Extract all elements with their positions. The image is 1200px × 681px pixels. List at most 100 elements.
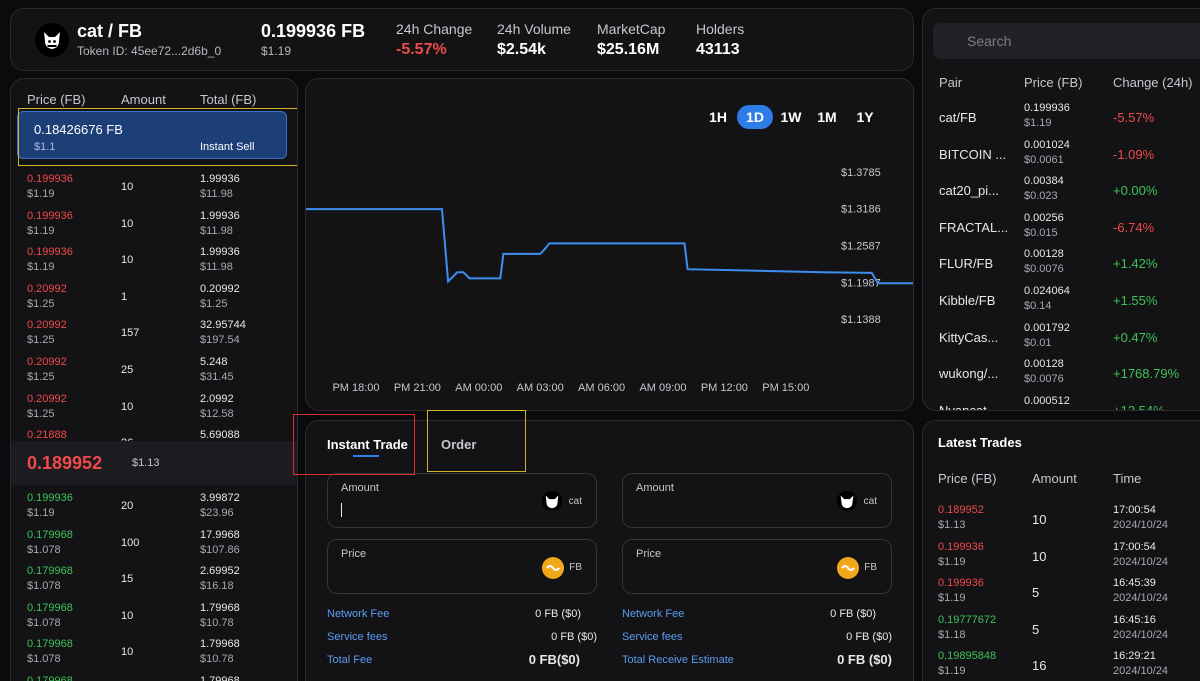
order-row[interactable]: 0.179968 $1.078 100 17.9968 $107.86 bbox=[11, 527, 297, 563]
pair-change: -1.09% bbox=[1113, 146, 1155, 162]
pair-row[interactable]: cat/FB 0.199936 $1.19 -5.57% bbox=[923, 100, 1200, 136]
pair-change: +1.42% bbox=[1113, 256, 1158, 272]
order-total-usd: $10.78 bbox=[200, 653, 234, 666]
order-row[interactable]: 0.199936 $1.19 10 1.99936 $11.98 bbox=[11, 244, 297, 280]
order-amount: 10 bbox=[121, 181, 134, 193]
pair-price-usd: $0.01 bbox=[1024, 336, 1052, 349]
pair-row[interactable]: Nyancat 0.000512 +13.54% bbox=[923, 393, 1200, 411]
latest-header-time: Time bbox=[1113, 471, 1142, 486]
order-amount: 10 bbox=[121, 217, 134, 230]
price-label: Price bbox=[636, 548, 662, 560]
trade-price-usd: $1.19 bbox=[938, 665, 966, 678]
price-token: FB bbox=[864, 562, 877, 573]
trade-price-usd: $1.18 bbox=[938, 628, 966, 641]
order-row[interactable]: 0.20992 $1.25 157 32.95744 $197.54 bbox=[11, 317, 297, 353]
instant-trade-highlight bbox=[293, 414, 415, 475]
service-fee-label: Service fees bbox=[622, 631, 683, 643]
amount-input-right[interactable]: Amount cat bbox=[622, 473, 892, 528]
amount-token: cat bbox=[568, 496, 582, 507]
order-total: 1.79968 bbox=[200, 601, 240, 614]
order-row[interactable]: 0.199936 $1.19 10 1.99936 $11.98 bbox=[11, 208, 297, 244]
trade-row: 0.19895848 $1.19 16 16:29:21 2024/10/24 bbox=[923, 648, 1200, 681]
order-price: 0.20992 bbox=[27, 282, 67, 295]
order-price: 0.199936 bbox=[27, 173, 73, 185]
trade-time: 17:00:54 bbox=[1113, 540, 1156, 553]
trade-time: 16:45:39 bbox=[1113, 577, 1156, 590]
order-row[interactable]: 0.179968 $1.078 10 1.79968 $10.78 bbox=[11, 600, 297, 636]
stat-24h-volume: 24h Volume $2.54k bbox=[497, 21, 571, 58]
trade-price: 0.199936 bbox=[938, 577, 984, 590]
order-row[interactable]: 0.199936 $1.19 20 3.99872 $23.96 bbox=[11, 490, 297, 526]
trade-price-usd: $1.19 bbox=[938, 592, 966, 605]
pairs-header-pair: Pair bbox=[939, 75, 963, 90]
pairs-header-change: Change (24h) bbox=[1113, 75, 1193, 90]
price-chart: 1H 1D 1W 1M 1Y $1.3785 $1.3186 $1.2587 $1.1… bbox=[305, 78, 914, 411]
pair-row[interactable]: Kibble/FB 0.024064 $0.14 +1.55% bbox=[923, 283, 1200, 319]
trade-price-usd: $1.13 bbox=[938, 519, 966, 531]
trade-row: 0.189952 $1.13 10 17:00:54 2024/10/24 bbox=[923, 502, 1200, 538]
pair-change: +1.55% bbox=[1113, 293, 1158, 308]
x-tick-label: PM 18:00 bbox=[332, 382, 379, 394]
pair-change: +0.47% bbox=[1113, 329, 1158, 345]
text-cursor bbox=[341, 503, 342, 517]
order-price-usd: $1.25 bbox=[27, 334, 55, 347]
trade-date: 2024/10/24 bbox=[1113, 592, 1169, 605]
order-total: 1.99936 bbox=[200, 173, 240, 185]
order-row[interactable]: 0.179968 $1.078 10 1.79968 $10.78 bbox=[11, 636, 297, 672]
pair-name: BITCOIN ... bbox=[939, 146, 1007, 162]
order-total-usd: $11.98 bbox=[200, 188, 233, 200]
order-amount: 10 bbox=[121, 609, 134, 622]
cat-logo-icon bbox=[35, 23, 69, 57]
order-row[interactable]: 0.20992 $1.25 1 0.20992 $1.25 bbox=[11, 281, 297, 317]
fb-token-icon bbox=[837, 557, 859, 579]
token-id[interactable]: Token ID: 45ee72...2d6b_0 bbox=[77, 44, 221, 58]
trade-date: 2024/10/24 bbox=[1113, 628, 1169, 641]
pair-row[interactable]: cat20_pi... 0.00384 $0.023 +0.00% bbox=[923, 173, 1200, 209]
order-total: 2.69952 bbox=[200, 565, 240, 578]
trade-price-usd: $1.19 bbox=[938, 555, 966, 568]
pair-price: 0.00128 bbox=[1024, 358, 1064, 371]
pair-row[interactable]: wukong/... 0.00128 $0.0076 +1768.79% bbox=[923, 356, 1200, 392]
pair-price-usd: $0.0076 bbox=[1024, 263, 1064, 276]
order-row[interactable]: 0.179968 $1.078 15 2.69952 $16.18 bbox=[11, 563, 297, 599]
pair-price: 0.00128 bbox=[1024, 248, 1064, 261]
trade-price: 0.189952 bbox=[938, 504, 984, 516]
pair-price: 0.024064 bbox=[1024, 285, 1070, 297]
order-price: 0.21888 bbox=[27, 429, 67, 442]
chart-plot[interactable]: $1.3785$1.3186$1.2587$1.1987$1.1388PM 18… bbox=[306, 79, 914, 411]
x-tick-label: PM 12:00 bbox=[701, 382, 748, 394]
order-price: 0.199936 bbox=[27, 492, 73, 504]
order-row[interactable]: 0.20992 $1.25 25 5.248 $31.45 bbox=[11, 354, 297, 390]
search-input[interactable]: Search bbox=[933, 23, 1200, 59]
trade-amount: 16 bbox=[1032, 658, 1047, 674]
pair-row[interactable]: FRACTAL... 0.00256 $0.015 -6.74% bbox=[923, 210, 1200, 246]
pair-row[interactable]: KittyCas... 0.001792 $0.01 +0.47% bbox=[923, 320, 1200, 356]
order-total: 2.0992 bbox=[200, 392, 234, 405]
trade-amount: 10 bbox=[1032, 512, 1047, 527]
order-price: 0.199936 bbox=[27, 209, 73, 222]
order-row[interactable]: 0.199936 $1.19 10 1.99936 $11.98 bbox=[11, 171, 297, 207]
order-total: 1.79968 bbox=[200, 638, 240, 651]
pair-row[interactable]: BITCOIN ... 0.001024 $0.0061 -1.09% bbox=[923, 137, 1200, 173]
trade-price: 0.19777672 bbox=[938, 613, 997, 626]
order-total: 1.99936 bbox=[200, 246, 240, 259]
mid-price: 0.189952 bbox=[27, 453, 103, 473]
trade-time: 16:45:16 bbox=[1113, 613, 1156, 626]
order-total-usd: $11.98 bbox=[200, 224, 233, 237]
order-row[interactable]: 0.179968 1.79968 bbox=[11, 673, 297, 681]
current-price: 0.199936 FB bbox=[261, 21, 366, 41]
pair-change: +13.54% bbox=[1113, 402, 1165, 411]
order-row[interactable]: 0.20992 $1.25 10 2.0992 $12.58 bbox=[11, 391, 297, 427]
pair-price: 0.00256 bbox=[1024, 211, 1064, 224]
price-input-right[interactable]: Price FB bbox=[622, 539, 892, 594]
pair-price-usd: $0.0061 bbox=[1024, 153, 1064, 166]
y-tick-label: $1.3785 bbox=[841, 167, 881, 179]
pair-row[interactable]: FLUR/FB 0.00128 $0.0076 +1.42% bbox=[923, 246, 1200, 282]
order-total: 5.248 bbox=[200, 356, 228, 368]
price-input-left[interactable]: Price FB bbox=[327, 539, 597, 594]
book-header-price: Price (FB) bbox=[27, 92, 86, 107]
order-amount: 20 bbox=[121, 500, 134, 512]
order-price-usd: $1.078 bbox=[27, 653, 61, 666]
order-total: 1.99936 bbox=[200, 209, 240, 222]
amount-input-left[interactable]: Amount cat bbox=[327, 473, 597, 528]
